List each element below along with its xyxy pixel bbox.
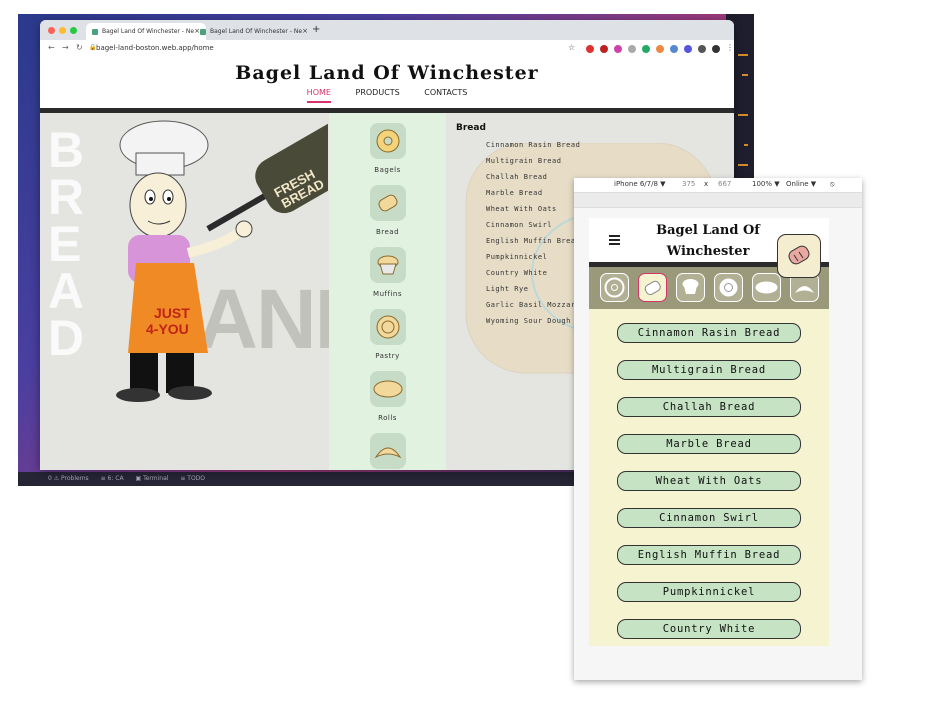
bookmark-star-icon[interactable]: ☆ bbox=[568, 43, 575, 52]
hamburger-menu-icon[interactable] bbox=[609, 235, 620, 248]
browser-tab[interactable]: Bagel Land Of Winchester - Ne × bbox=[194, 23, 314, 40]
extension-icon[interactable] bbox=[670, 45, 678, 53]
muffin-icon[interactable] bbox=[676, 273, 705, 302]
bread-item[interactable]: Marble Bread bbox=[486, 189, 543, 197]
mobile-header: Bagel Land Of Winchester bbox=[589, 218, 829, 278]
favicon-icon bbox=[200, 29, 206, 35]
menu-dots-icon[interactable]: ⋮ bbox=[726, 43, 734, 52]
bread-item[interactable]: Wheat With Oats bbox=[486, 205, 557, 213]
bread-item[interactable]: Light Rye bbox=[486, 285, 528, 293]
bread-button[interactable]: Country White bbox=[617, 619, 801, 639]
apron-text: JUST bbox=[154, 305, 190, 321]
nav-products[interactable]: PRODUCTS bbox=[356, 88, 400, 101]
status-item[interactable]: ≡ TODO bbox=[180, 475, 205, 482]
roll-icon[interactable] bbox=[752, 273, 781, 302]
bread-button[interactable]: Multigrain Bread bbox=[617, 360, 801, 380]
extension-icon[interactable] bbox=[698, 45, 706, 53]
close-window-button[interactable] bbox=[48, 27, 55, 34]
rotate-icon[interactable]: ⦸ bbox=[830, 180, 835, 189]
browser-tab-active[interactable]: Bagel Land Of Winchester - Ne × bbox=[86, 23, 206, 40]
category-bread[interactable]: Bread bbox=[329, 185, 446, 236]
pastry-icon[interactable] bbox=[714, 273, 743, 302]
bread-button[interactable]: English Muffin Bread bbox=[617, 545, 801, 565]
status-item[interactable]: 0 ⚠ Problems bbox=[48, 475, 89, 482]
network-select[interactable]: Online ▼ bbox=[786, 180, 816, 188]
device-height[interactable]: 667 bbox=[718, 180, 731, 188]
extension-icon[interactable] bbox=[600, 45, 608, 53]
mobile-screen: Bagel Land Of Winchester Cinnamon Rasin … bbox=[589, 218, 829, 646]
category-pastry[interactable]: Pastry bbox=[329, 309, 446, 360]
device-select[interactable]: iPhone 6/7/8 ▼ bbox=[614, 180, 666, 188]
main-nav: HOME PRODUCTS CONTACTS bbox=[40, 88, 734, 103]
zoom-select[interactable]: 100% ▼ bbox=[752, 180, 780, 188]
category-muffins[interactable]: Muffins bbox=[329, 247, 446, 298]
minimize-window-button[interactable] bbox=[59, 27, 66, 34]
category-croissant[interactable] bbox=[329, 433, 446, 469]
pastry-icon bbox=[369, 309, 406, 345]
category-bagels[interactable]: Bagels bbox=[329, 123, 446, 174]
bread-item[interactable]: Country White bbox=[486, 269, 547, 277]
bread-button[interactable]: Challah Bread bbox=[617, 397, 801, 417]
bread-badge-icon[interactable] bbox=[777, 234, 821, 278]
bread-item[interactable]: Pumpkinnickel bbox=[486, 253, 547, 261]
bread-item[interactable]: Cinnamon Swirl bbox=[486, 221, 552, 229]
bread-icon[interactable] bbox=[638, 273, 667, 302]
site-title: Bagel Land Of Winchester bbox=[235, 62, 539, 84]
category-panel: Bagels Bread Muffins Pastry Rolls bbox=[329, 113, 446, 470]
new-tab-button[interactable]: + bbox=[312, 24, 320, 35]
mobile-site-title: Bagel Land Of Winchester bbox=[656, 223, 760, 259]
bread-list-title: Bread bbox=[456, 123, 486, 133]
reload-icon[interactable]: ↻ bbox=[76, 43, 83, 52]
extension-icon[interactable] bbox=[642, 45, 650, 53]
close-tab-icon[interactable]: × bbox=[302, 23, 308, 40]
bread-button[interactable]: Cinnamon Swirl bbox=[617, 508, 801, 528]
muffin-icon bbox=[369, 247, 406, 283]
croissant-icon bbox=[369, 433, 406, 469]
maximize-window-button[interactable] bbox=[70, 27, 77, 34]
bread-button[interactable]: Pumpkinnickel bbox=[617, 582, 801, 602]
category-rolls[interactable]: Rolls bbox=[329, 371, 446, 422]
status-item[interactable]: ▣ Terminal bbox=[136, 475, 169, 482]
bread-item[interactable]: Garlic Basil Mozzare bbox=[486, 301, 580, 309]
bread-button[interactable]: Marble Bread bbox=[617, 434, 801, 454]
browser-toolbar: ← → ↻ 🔒 bagel-land-boston.web.app/home ☆… bbox=[40, 40, 734, 59]
nav-contacts[interactable]: CONTACTS bbox=[424, 88, 467, 101]
roll-icon bbox=[369, 371, 406, 407]
device-width[interactable]: 375 bbox=[682, 180, 695, 188]
favicon-icon bbox=[92, 29, 98, 35]
device-emulator-panel: iPhone 6/7/8 ▼ 375 x 667 100% ▼ Online ▼… bbox=[574, 178, 862, 680]
bread-button[interactable]: Wheat With Oats bbox=[617, 471, 801, 491]
forward-icon[interactable]: → bbox=[62, 43, 69, 52]
bagel-icon[interactable] bbox=[600, 273, 629, 302]
bread-icon bbox=[369, 185, 406, 221]
status-item[interactable]: ≡ 6: CA bbox=[101, 475, 124, 482]
extension-icon[interactable] bbox=[684, 45, 692, 53]
bread-item[interactable]: English Muffin Bread bbox=[486, 237, 580, 245]
bread-item[interactable]: Multigrain Bread bbox=[486, 157, 561, 165]
device-toolbar: iPhone 6/7/8 ▼ 375 x 667 100% ▼ Online ▼… bbox=[574, 178, 862, 193]
back-icon[interactable]: ← bbox=[48, 43, 55, 52]
apron-text: 4-YOU bbox=[146, 321, 189, 337]
extension-icon[interactable] bbox=[614, 45, 622, 53]
browser-tab-bar: Bagel Land Of Winchester - Ne × Bagel La… bbox=[40, 20, 734, 40]
dimension-times: x bbox=[704, 180, 709, 188]
bagel-icon bbox=[369, 123, 406, 159]
address-bar[interactable]: bagel-land-boston.web.app/home bbox=[96, 44, 214, 52]
bread-item[interactable]: Cinnamon Rasin Bread bbox=[486, 141, 580, 149]
extension-icon[interactable] bbox=[628, 45, 636, 53]
site-header: Bagel Land Of Winchester HOME PRODUCTS C… bbox=[40, 58, 734, 108]
nav-home[interactable]: HOME bbox=[306, 88, 331, 103]
bread-button[interactable]: Cinnamon Rasin Bread bbox=[617, 323, 801, 343]
extension-icon[interactable] bbox=[656, 45, 664, 53]
baker-illustration: FRESH BREAD JUST 4-YOU bbox=[116, 120, 328, 402]
extension-icon[interactable] bbox=[586, 45, 594, 53]
device-ruler bbox=[574, 193, 862, 208]
profile-avatar[interactable] bbox=[712, 45, 720, 53]
bread-item[interactable]: Wyoming Sour Dough bbox=[486, 317, 571, 325]
bread-item[interactable]: Challah Bread bbox=[486, 173, 547, 181]
